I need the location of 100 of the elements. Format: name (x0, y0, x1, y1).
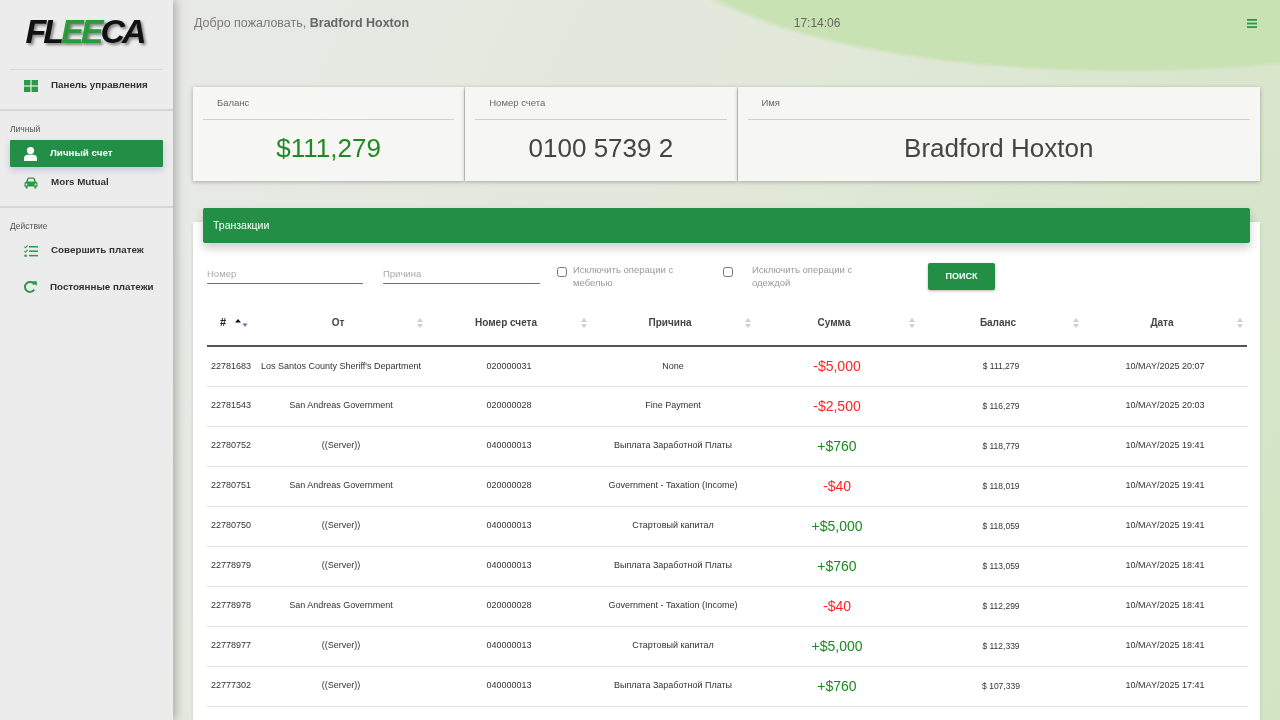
table-cell: 040000013 (427, 426, 591, 466)
redo-icon (24, 281, 37, 294)
table-cell: 22781543 (207, 386, 255, 426)
table-cell: +$5,000 (755, 626, 919, 666)
table-cell: Выплата Заработной Платы (591, 666, 755, 706)
stat-value: Bradford Hoxton (903, 133, 1095, 163)
section-heading: Личный (9, 123, 42, 134)
car-icon (24, 176, 38, 189)
column-header[interactable]: Дата (1150, 315, 1174, 330)
table-cell: 10/MAY/2025 18:41 (1083, 546, 1247, 586)
table-cell: -$40 (755, 586, 919, 626)
table-cell: ((Server)) (255, 626, 427, 666)
table-cell: 10/MAY/2025 20:07 (1083, 346, 1247, 386)
table-cell: 020000028 (427, 386, 591, 426)
table-cell: 22780752 (207, 426, 255, 466)
column-header[interactable]: Сумма (817, 315, 851, 330)
table-cell: -$2,500 (755, 386, 919, 426)
table-cell: 22780751 (207, 466, 255, 506)
checkbox[interactable] (723, 267, 733, 277)
transactions-header: Транзакции (203, 208, 1250, 243)
table-cell: 22780750 (207, 506, 255, 546)
table-cell: Выплата Заработной Платы (591, 426, 755, 466)
table-cell: 10/MAY/2025 18:41 (1083, 586, 1247, 626)
table-cell: 10/MAY/2025 19:41 (1083, 466, 1247, 506)
column-header[interactable]: Номер счета (475, 315, 538, 330)
table-cell: 020000031 (427, 346, 591, 386)
checklist-icon (24, 244, 38, 257)
table-cell: 020000028 (427, 466, 591, 506)
table-cell: $ 113,059 (919, 546, 1083, 586)
table-cell: 040000013 (427, 546, 591, 586)
table-cell: 10/MAY/2025 19:41 (1083, 426, 1247, 466)
table-cell: $ 118,779 (919, 426, 1083, 466)
sort-icon[interactable] (235, 318, 249, 327)
table-cell: $ 111,279 (919, 346, 1083, 386)
checkbox[interactable] (557, 267, 567, 277)
table-cell: 040000013 (427, 506, 591, 546)
table-cell: +$760 (755, 426, 919, 466)
section-heading: Действие (9, 220, 49, 231)
table-cell: 10/MAY/2025 17:41 (1083, 666, 1247, 706)
table-cell: $ 118,059 (919, 506, 1083, 546)
table-cell: Fine Payment (591, 386, 755, 426)
table-cell: San Andreas Government (255, 586, 427, 626)
input-field[interactable]: Номер (207, 264, 363, 284)
welcome-text: Добро пожаловать, Bradford Hoxton (193, 14, 411, 32)
table-cell: $ 112,299 (919, 586, 1083, 626)
table-cell: 10/MAY/2025 19:41 (1083, 506, 1247, 546)
table-cell: ((Server)) (255, 546, 427, 586)
checkbox-label: Исключить операции с одеждой (752, 263, 854, 289)
brand-logo: FLEECA (25, 13, 145, 48)
table-cell: 22781683 (207, 346, 255, 386)
table-cell: Выплата Заработной Платы (591, 546, 755, 586)
person-icon (24, 146, 37, 161)
search-button[interactable]: ПОИСК (928, 263, 995, 290)
table-cell: 22777302 (207, 666, 255, 706)
table-cell: 10/MAY/2025 20:03 (1083, 386, 1247, 426)
table-cell: San Andreas Government (255, 466, 427, 506)
table-cell: 22778977 (207, 626, 255, 666)
table-cell: $ 112,339 (919, 626, 1083, 666)
sidebar-item[interactable]: Mors Mutual (10, 169, 163, 196)
grid-icon (24, 79, 38, 92)
column-header[interactable]: Причина (648, 315, 692, 330)
table-cell: $ 116,279 (919, 386, 1083, 426)
stat-label: Номер счета (475, 87, 727, 120)
table-cell: 22778979 (207, 546, 255, 586)
column-header[interactable]: От (331, 315, 345, 330)
table-cell: -$5,000 (755, 346, 919, 386)
menu-icon[interactable] (1247, 18, 1257, 28)
table-cell: $ 107,339 (919, 666, 1083, 706)
stat-value: $111,279 (275, 133, 382, 163)
table-cell: 22778978 (207, 586, 255, 626)
table-cell: Government - Taxation (Income) (591, 586, 755, 626)
sidebar-item[interactable]: Панель управления (10, 70, 163, 101)
input-field[interactable]: Причина (383, 264, 540, 284)
table-cell: Government - Taxation (Income) (591, 466, 755, 506)
table-cell: Стартовый капитал (591, 626, 755, 666)
table-cell: 020000028 (427, 586, 591, 626)
table-cell: ((Server)) (255, 666, 427, 706)
clock-time: 17:14:06 (793, 15, 841, 32)
column-header[interactable]: # (220, 314, 227, 331)
table-cell: $ 118,019 (919, 466, 1083, 506)
table-cell: +$760 (755, 666, 919, 706)
table-cell: None (591, 346, 755, 386)
table-cell: 040000013 (427, 666, 591, 706)
table-cell: San Andreas Government (255, 386, 427, 426)
sidebar-item[interactable]: Совершить платеж (10, 237, 163, 264)
column-header[interactable]: Баланс (979, 315, 1017, 330)
table-cell: +$760 (755, 546, 919, 586)
table-cell: ((Server)) (255, 506, 427, 546)
table-cell: 10/MAY/2025 18:41 (1083, 626, 1247, 666)
table-cell: 040000013 (427, 626, 591, 666)
table-cell: Стартовый капитал (591, 506, 755, 546)
table-cell: Los Santos County Sheriff's Department (255, 346, 427, 386)
stat-label: Имя (747, 87, 1250, 120)
checkbox-label: Исключить операции с мебелью (573, 263, 675, 289)
stat-value: 0100 5739 2 (527, 133, 675, 163)
table-cell: +$5,000 (755, 506, 919, 546)
sidebar-item[interactable]: Постоянные платежи (10, 274, 163, 301)
table-cell: ((Server)) (255, 426, 427, 466)
sidebar-item[interactable]: Личный счет (10, 140, 163, 167)
stat-label: Баланс (203, 87, 455, 120)
